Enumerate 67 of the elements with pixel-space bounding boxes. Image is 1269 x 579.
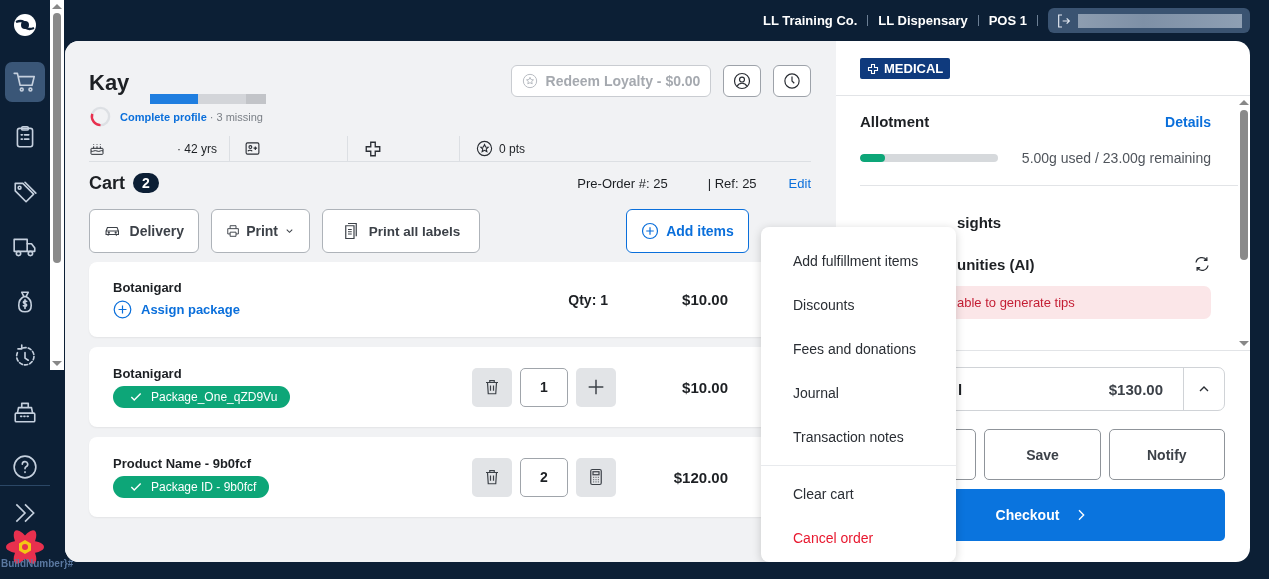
clock-icon [783, 72, 801, 90]
history-button[interactable] [773, 65, 811, 97]
customer-age: · 42 yrs [177, 141, 217, 156]
edit-link[interactable]: Edit [788, 175, 811, 191]
trash-icon [483, 468, 501, 486]
preorder-number: Pre-Order #: 25 [577, 175, 668, 191]
delete-button[interactable] [472, 457, 512, 497]
notify-button[interactable]: Notify [1108, 429, 1225, 480]
labels-button[interactable]: Print all labels [322, 209, 480, 253]
increase-button[interactable] [576, 367, 616, 407]
item-price: $10.00 [681, 291, 728, 308]
refresh-icon[interactable] [1193, 255, 1211, 273]
print-button[interactable]: Print [211, 209, 310, 253]
tag-icon[interactable] [12, 179, 38, 205]
assign-package-link[interactable]: Assign package [113, 300, 569, 319]
quantity-label: Qty: 1 [568, 291, 608, 308]
reference-number: | Ref: 25 [707, 175, 757, 191]
user-menu[interactable] [1048, 8, 1250, 33]
organization-name[interactable]: LL Training Co. [762, 13, 858, 28]
customer-name: Kay [89, 70, 131, 96]
build-label: BuildNumber}# [1, 558, 74, 569]
medical-cross-icon [867, 62, 879, 75]
printer-icon [226, 222, 241, 240]
delivery-button[interactable]: Delivery [89, 209, 199, 253]
calculator-button[interactable] [576, 457, 616, 497]
allotment-title: Allotment [860, 113, 930, 130]
store-name[interactable]: LL Dispensary [878, 13, 968, 28]
package-tag: Package_One_qZD9Vu [113, 386, 291, 408]
allotment-reading: 5.00g used / 23.00g remaining [1021, 150, 1211, 166]
trash-icon [483, 378, 501, 396]
plus-circle-icon [641, 222, 660, 240]
menu-item[interactable]: Transaction notes [761, 415, 956, 459]
opportunities-title: unities (AI) [957, 255, 1035, 273]
user-icon [733, 72, 751, 90]
profile-button[interactable] [723, 65, 761, 97]
help-icon[interactable] [12, 454, 38, 480]
product-name: Botanigard [113, 366, 183, 381]
menu-item[interactable]: Add fulfillment items [761, 239, 956, 283]
details-link[interactable]: Details [1165, 113, 1211, 130]
cart-count-badge: 2 [133, 173, 159, 193]
complete-profile-link[interactable]: Complete profile [120, 110, 207, 123]
loyalty-points: 0 pts [499, 141, 525, 156]
logout-icon [1056, 12, 1072, 29]
add-items-button[interactable]: Add items [626, 209, 749, 253]
delete-button[interactable] [472, 367, 512, 407]
id-card-icon [244, 140, 261, 157]
logo-icon [13, 13, 37, 37]
register-name[interactable]: POS 1 [988, 13, 1027, 28]
medical-badge: MEDICAL [860, 58, 951, 79]
check-icon [129, 390, 143, 404]
medical-cross-icon [364, 139, 382, 158]
package-tag: Package ID - 9b0fcf [113, 476, 270, 498]
quantity-field[interactable]: 2 [520, 457, 568, 497]
scrollbar[interactable] [50, 0, 64, 370]
nav-item[interactable] [5, 62, 45, 102]
insights-title: sights [957, 214, 1003, 231]
save-button[interactable]: Save [984, 429, 1101, 480]
plus-circle-icon [113, 300, 132, 319]
product-name: Product Name - 9b0fcf [113, 456, 252, 471]
calculator-icon [587, 468, 605, 486]
missing-count: · 3 missing [209, 110, 263, 123]
item-price: $120.00 [672, 468, 728, 486]
quantity-field[interactable]: 1 [520, 367, 568, 407]
check-icon [129, 480, 143, 494]
item-price: $10.00 [681, 378, 728, 396]
product-name: Botanigard [113, 280, 183, 295]
cart-title: Cart [89, 172, 125, 194]
